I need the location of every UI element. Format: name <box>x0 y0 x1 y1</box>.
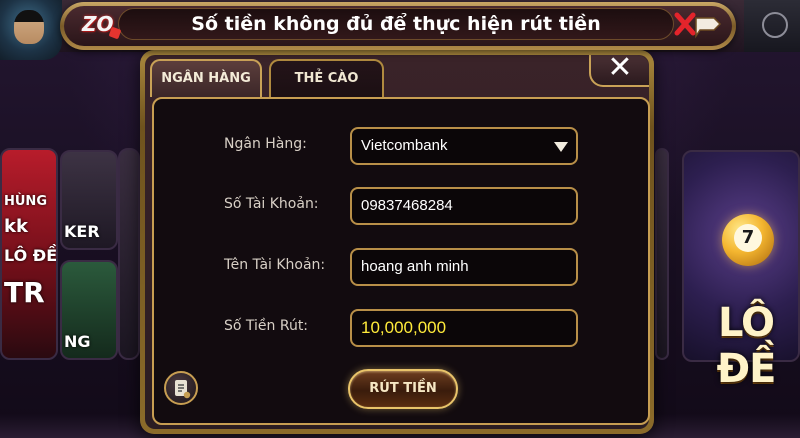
dialog-body: NGÂN HÀNG THẺ CÀO ✕ Ngân Hàng: Vietcomba… <box>145 53 650 429</box>
amount-row: Số Tiền Rút: 10,000,000 <box>154 309 652 347</box>
lotto-ball-number: 7 <box>734 224 762 252</box>
card-text: KER <box>64 222 100 241</box>
game-card-lode-left[interactable]: HÙNG kk LÔ ĐỀ TR <box>0 148 58 360</box>
withdraw-button[interactable]: RÚT TIỀN <box>348 369 458 409</box>
document-icon <box>175 380 191 399</box>
account-number-row: Số Tài Khoản: 09837468284 <box>154 187 652 225</box>
banner-message: Số tiền không đủ để thực hiện rút tiền <box>191 13 601 35</box>
bank-row: Ngân Hàng: Vietcombank <box>154 127 652 165</box>
amount-input[interactable]: 10,000,000 <box>350 309 578 347</box>
account-number-input[interactable]: 09837468284 <box>350 187 578 225</box>
close-icon <box>674 12 722 39</box>
game-card-green[interactable]: NG <box>60 260 118 360</box>
chevron-down-icon[interactable] <box>554 142 568 152</box>
brand-logo: ZO <box>76 8 124 48</box>
banner-close-button[interactable] <box>674 10 722 40</box>
tab-scratch-card[interactable]: THẺ CÀO <box>269 59 384 97</box>
game-card-partial[interactable] <box>118 148 140 360</box>
card-text: TR <box>4 276 45 309</box>
card-text: HÙNG <box>4 194 47 209</box>
notification-banner: Số tiền không đủ để thực hiện rút tiền Z… <box>60 2 736 50</box>
lotto-title: LÔ ĐỀ <box>716 300 777 392</box>
settings-icon[interactable] <box>744 0 800 52</box>
account-name-row: Tên Tài Khoản: hoang anh minh <box>154 248 652 286</box>
lotto-ball-icon: 7 <box>722 214 774 266</box>
withdraw-form: Ngân Hàng: Vietcombank Số Tài Khoản: 098… <box>152 97 650 425</box>
card-text: NG <box>64 332 91 351</box>
account-number-label: Số Tài Khoản: <box>224 196 319 212</box>
history-button[interactable] <box>164 371 198 405</box>
dice-icon <box>108 26 122 40</box>
bank-label: Ngân Hàng: <box>224 136 307 152</box>
close-dialog-button[interactable]: ✕ <box>589 53 649 87</box>
account-name-label: Tên Tài Khoản: <box>224 257 326 273</box>
card-text: LÔ ĐỀ <box>4 246 58 265</box>
account-name-input[interactable]: hoang anh minh <box>350 248 578 286</box>
bank-select-value: Vietcombank <box>361 137 448 154</box>
bank-select[interactable]: Vietcombank <box>350 127 578 165</box>
game-card-poker[interactable]: KER <box>60 150 118 250</box>
amount-label: Số Tiền Rút: <box>224 318 309 334</box>
card-text: kk <box>4 216 28 237</box>
withdraw-dialog: NGÂN HÀNG THẺ CÀO ✕ Ngân Hàng: Vietcomba… <box>140 50 654 434</box>
tab-bank[interactable]: NGÂN HÀNG <box>150 59 262 97</box>
game-card-partial[interactable] <box>655 148 669 360</box>
avatar[interactable] <box>0 0 62 60</box>
